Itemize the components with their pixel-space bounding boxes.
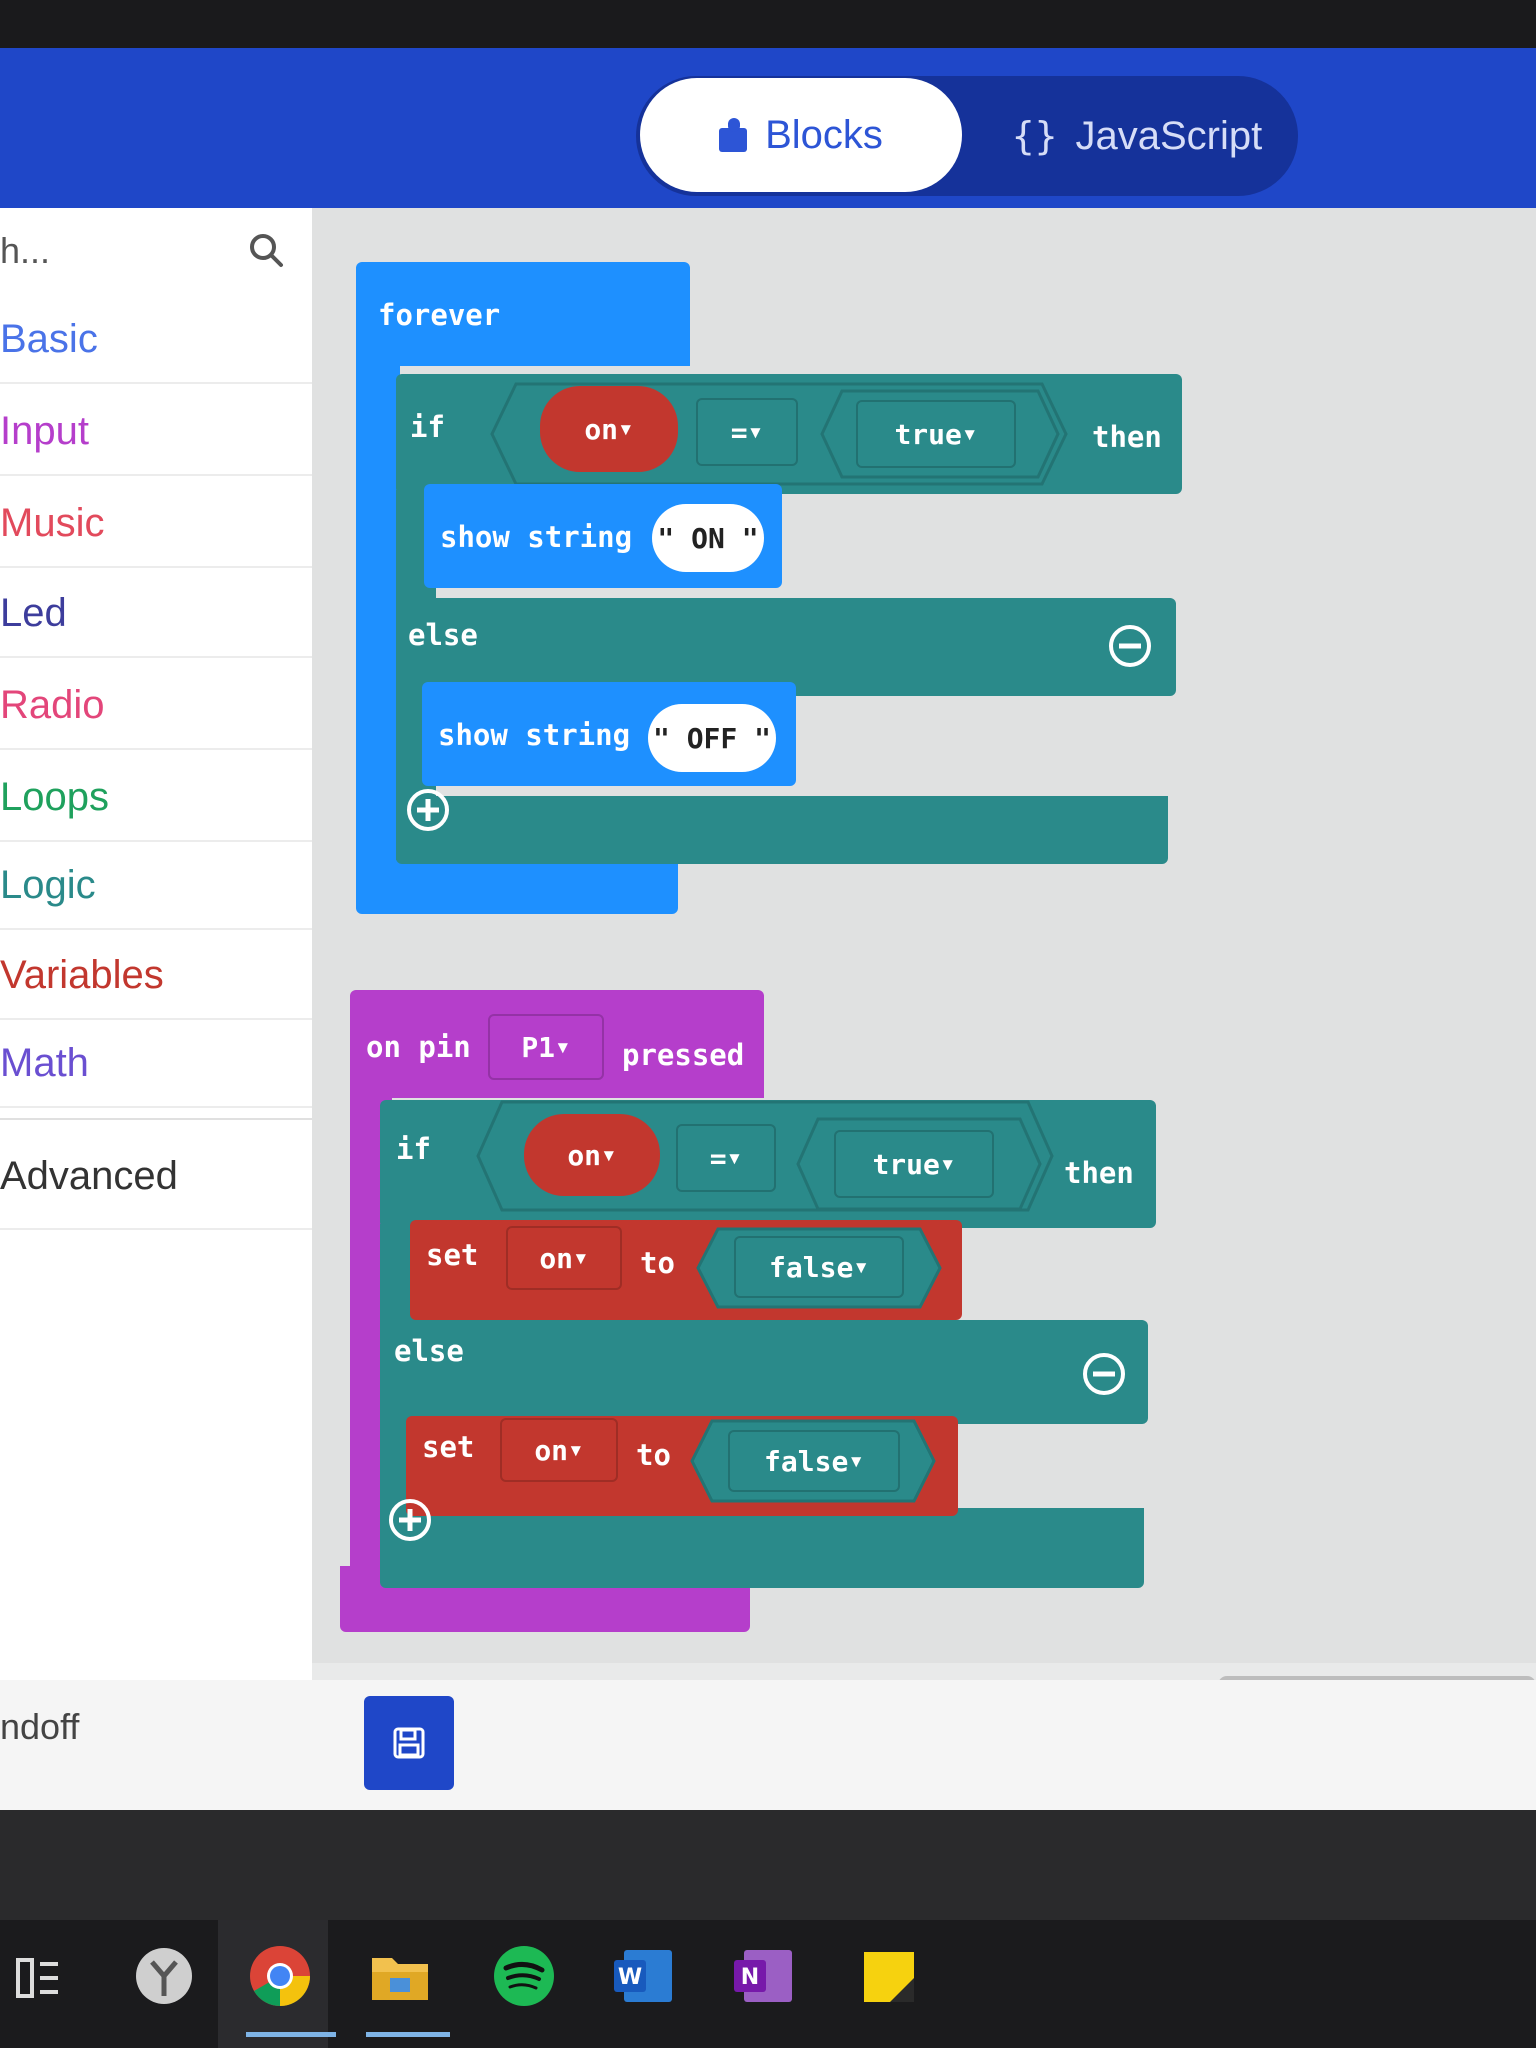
category-advanced[interactable]: Advanced: [0, 1118, 312, 1230]
else-label-1: else: [408, 618, 478, 652]
boolean-true-text: true: [872, 1147, 940, 1181]
svg-text:N: N: [741, 1965, 759, 1990]
variable-on-dropdown-2[interactable]: on: [524, 1114, 660, 1196]
set-variable-text: on: [539, 1241, 574, 1275]
category-radio[interactable]: Radio: [0, 660, 312, 750]
if-block-1-footer: [396, 796, 1168, 864]
show-string-label-2: show string: [438, 718, 631, 752]
explorer-active-indicator: [366, 2032, 450, 2037]
set-label-2: set: [422, 1430, 475, 1464]
toolbox-sidebar: h... Basic Input Music Led Radio Loops L…: [0, 208, 312, 1680]
task-view-icon[interactable]: [14, 1954, 62, 2002]
windows-taskbar: W N: [0, 1920, 1536, 2048]
clock-app-icon[interactable]: [130, 1942, 198, 2010]
string-value-off[interactable]: " OFF ": [648, 704, 776, 772]
boolean-false-text: false: [764, 1444, 849, 1478]
category-input[interactable]: Input: [0, 386, 312, 476]
string-value-on-text: ON: [691, 521, 725, 555]
category-logic[interactable]: Logic: [0, 840, 312, 930]
operator-dropdown-2[interactable]: =: [676, 1124, 776, 1192]
variable-on-dropdown-1[interactable]: on: [540, 386, 678, 472]
spotify-icon[interactable]: [490, 1942, 558, 2010]
word-icon[interactable]: W: [610, 1942, 678, 2010]
set-variable-dropdown-1[interactable]: on: [506, 1226, 622, 1290]
category-music[interactable]: Music: [0, 478, 312, 568]
to-label-1: to: [640, 1246, 675, 1280]
category-variables[interactable]: Variables: [0, 930, 312, 1020]
project-bar: ndoff: [0, 1680, 1536, 1810]
set-variable-text: on: [534, 1433, 569, 1467]
boolean-true-dropdown-1[interactable]: true: [856, 400, 1016, 468]
search-icon[interactable]: [246, 230, 286, 270]
operator-dropdown-1[interactable]: =: [696, 398, 798, 466]
else-label-2: else: [394, 1334, 464, 1368]
boolean-false-dropdown-1[interactable]: false: [734, 1236, 904, 1298]
save-disk-icon: [393, 1727, 425, 1759]
string-value-on[interactable]: " ON ": [652, 504, 764, 572]
project-name-input[interactable]: ndoff: [0, 1706, 79, 1748]
braces-icon: {}: [1011, 114, 1058, 158]
operator-text: =: [730, 415, 748, 449]
then-label-2: then: [1064, 1156, 1134, 1190]
to-label-2: to: [636, 1438, 671, 1472]
category-basic[interactable]: Basic: [0, 294, 312, 384]
pin-text: P1: [521, 1030, 556, 1064]
monitor-top-bezel: [0, 0, 1536, 48]
remove-else-icon-1[interactable]: [1108, 624, 1152, 668]
tab-blocks[interactable]: Blocks: [640, 78, 962, 192]
boolean-false-text: false: [769, 1250, 854, 1284]
variable-on-text: on: [567, 1138, 602, 1172]
pin-dropdown[interactable]: P1: [488, 1014, 604, 1080]
boolean-true-text: true: [894, 417, 962, 451]
set-variable-dropdown-2[interactable]: on: [500, 1418, 618, 1482]
boolean-false-dropdown-2[interactable]: false: [728, 1430, 900, 1492]
boolean-true-dropdown-2[interactable]: true: [834, 1130, 994, 1198]
forever-label: forever: [378, 298, 501, 332]
toolbox-search[interactable]: h...: [0, 208, 312, 294]
tab-blocks-label: Blocks: [765, 112, 883, 157]
operator-text: =: [709, 1141, 727, 1175]
else-bar-2: [380, 1320, 1148, 1424]
sticky-notes-icon[interactable]: [856, 1942, 924, 2010]
chrome-icon[interactable]: [246, 1942, 314, 2010]
category-math[interactable]: Math: [0, 1018, 312, 1108]
if-block-2-footer: [380, 1508, 1144, 1588]
show-string-label-1: show string: [440, 520, 633, 554]
editor-header: Blocks {} JavaScript: [0, 48, 1536, 208]
set-label-1: set: [426, 1238, 479, 1272]
svg-text:W: W: [618, 1965, 642, 1990]
category-led[interactable]: Led: [0, 568, 312, 658]
add-else-if-icon-1[interactable]: [406, 788, 450, 832]
if-label-1: if: [410, 410, 445, 444]
save-button[interactable]: [364, 1696, 454, 1790]
chrome-active-indicator: [246, 2032, 336, 2037]
forever-spine: [356, 362, 400, 848]
string-value-off-text: OFF: [686, 721, 738, 755]
puzzle-icon: [719, 118, 748, 152]
if-label-2: if: [396, 1132, 431, 1166]
on-pin-label: on pin: [366, 1030, 471, 1064]
file-explorer-icon[interactable]: [366, 1942, 434, 2010]
category-loops[interactable]: Loops: [0, 752, 312, 842]
pressed-label: pressed: [622, 1038, 745, 1072]
add-else-if-icon-2[interactable]: [388, 1498, 432, 1542]
tab-javascript[interactable]: {} JavaScript: [976, 76, 1298, 196]
then-label-1: then: [1092, 420, 1162, 454]
remove-else-icon-2[interactable]: [1082, 1352, 1126, 1396]
onenote-icon[interactable]: N: [730, 1942, 798, 2010]
variable-on-text: on: [584, 412, 619, 446]
tab-javascript-label: JavaScript: [1075, 113, 1263, 158]
editor-mode-toggle: Blocks {} JavaScript: [636, 76, 1298, 196]
search-input[interactable]: h...: [0, 230, 50, 272]
